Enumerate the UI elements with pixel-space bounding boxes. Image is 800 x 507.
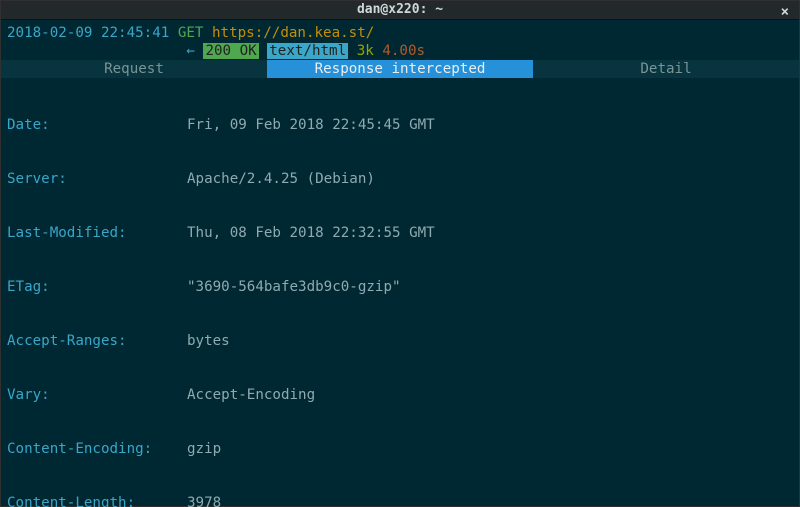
close-icon[interactable]: ×	[781, 3, 789, 21]
status-code: 200 OK	[203, 43, 258, 59]
http-method: GET	[178, 25, 204, 41]
tab-detail[interactable]: Detail	[533, 60, 799, 78]
header-row: Content-Encoding:gzip	[7, 440, 793, 458]
timestamp: 2018-02-09 22:45:41	[7, 25, 169, 41]
response-headers: Date:Fri, 09 Feb 2018 22:45:45 GMT Serve…	[1, 78, 799, 507]
header-row: Server:Apache/2.4.25 (Debian)	[7, 170, 793, 188]
request-summary: 2018-02-09 22:45:41 GET https://dan.kea.…	[1, 20, 799, 60]
header-row: Date:Fri, 09 Feb 2018 22:45:45 GMT	[7, 116, 793, 134]
header-row: Accept-Ranges:bytes	[7, 332, 793, 350]
titlebar: dan@x220: ~ ×	[1, 1, 799, 20]
url: https://dan.kea.st/	[212, 25, 374, 41]
tab-response-intercepted[interactable]: Response intercepted	[267, 60, 533, 78]
arrow-icon: ←	[186, 43, 195, 59]
terminal-window: dan@x220: ~ × 2018-02-09 22:45:41 GET ht…	[0, 0, 800, 507]
header-row: ETag:"3690-564bafe3db9c0-gzip"	[7, 278, 793, 296]
size: 3k	[357, 43, 374, 59]
elapsed-time: 4.00s	[382, 43, 425, 59]
window-title: dan@x220: ~	[357, 1, 443, 19]
header-row: Content-Length:3978	[7, 494, 793, 507]
tabs: Request Response intercepted Detail	[1, 60, 799, 78]
header-row: Last-Modified:Thu, 08 Feb 2018 22:32:55 …	[7, 224, 793, 242]
content-type: text/html	[267, 43, 348, 59]
tab-request[interactable]: Request	[1, 60, 267, 78]
header-row: Vary:Accept-Encoding	[7, 386, 793, 404]
